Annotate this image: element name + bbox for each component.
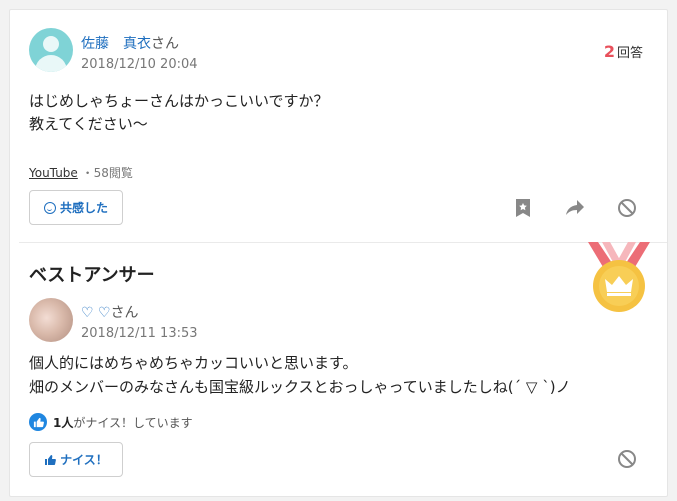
- answer-text-line: 個人的にはめちゃめちゃカッコいいと思います。: [29, 354, 358, 372]
- answer-date: 2018/12/11 13:53: [81, 326, 198, 341]
- thumbs-up-icon: [45, 454, 57, 465]
- nice-count: 1人がナイス！しています: [29, 413, 193, 431]
- medal-icon: [588, 242, 650, 312]
- block-icon: [618, 450, 636, 468]
- bookmark-button[interactable]: [511, 196, 535, 220]
- answerer-suffix: さん: [110, 305, 139, 321]
- answer-count: 2 回答: [604, 42, 643, 61]
- nice-count-suffix: がナイス！しています: [73, 415, 193, 430]
- bookmark-icon: [516, 199, 530, 217]
- answer-count-label: 回答: [616, 46, 643, 61]
- block-icon: [618, 199, 636, 217]
- section-divider: [19, 242, 667, 243]
- questioner-avatar[interactable]: [29, 28, 73, 72]
- empathy-label: 共感した: [59, 201, 108, 215]
- category-link[interactable]: YouTube: [29, 166, 78, 180]
- nice-label: ナイス！: [60, 453, 108, 467]
- block-button[interactable]: [615, 196, 639, 220]
- share-button[interactable]: [563, 196, 587, 220]
- answer-text-line: 畑のメンバーのみなさんも国宝級ルックスとおっしゃっていましたしね(ˊ ▽ ˋ)ノ: [29, 378, 571, 396]
- view-count: ・58閲覧: [81, 166, 133, 180]
- empathy-button[interactable]: 共感した: [29, 190, 123, 225]
- smile-icon: [43, 201, 56, 214]
- questioner-name-text[interactable]: 佐藤 真衣: [81, 36, 151, 52]
- question-text-line: はじめしゃちょーさんはかっこいいですか？: [29, 92, 329, 110]
- answerer-name-text[interactable]: ♡ ♡: [81, 305, 111, 321]
- answerer-avatar[interactable]: [29, 298, 73, 342]
- questioner-name[interactable]: 佐藤 真衣さん: [81, 33, 179, 53]
- questioner-suffix: さん: [151, 36, 179, 52]
- question-date: 2018/12/10 20:04: [81, 57, 198, 72]
- question-card: 佐藤 真衣さん 2018/12/10 20:04 2 回答 はじめしゃちょーさんは…: [9, 9, 668, 497]
- best-answer-title: ベストアンサー: [29, 265, 155, 286]
- answer-text: 個人的にはめちゃめちゃカッコいいと思います。 畑のメンバーのみなさんも国宝級ルッ…: [29, 351, 571, 399]
- thumbs-up-badge-icon: [29, 413, 47, 431]
- answer-count-number: 2: [603, 42, 615, 61]
- nice-button[interactable]: ナイス！: [29, 442, 123, 477]
- nice-count-number: 1人: [53, 415, 74, 430]
- question-meta: YouTube ・58閲覧: [29, 164, 133, 181]
- question-text: はじめしゃちょーさんはかっこいいですか？ 教えてください〜: [29, 90, 329, 136]
- question-text-line: 教えてください〜: [29, 115, 148, 133]
- share-arrow-icon: [566, 200, 584, 215]
- answer-block-button[interactable]: [615, 447, 639, 471]
- answerer-name[interactable]: ♡ ♡さん: [81, 302, 139, 322]
